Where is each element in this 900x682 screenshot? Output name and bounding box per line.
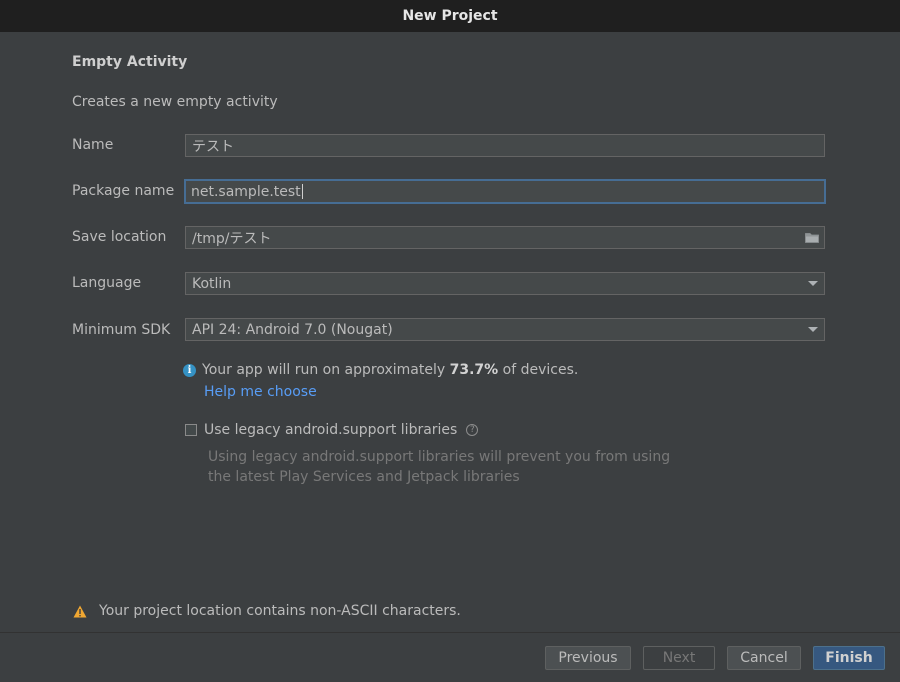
legacy-desc-line-1: Using legacy android.support libraries w… [208,449,671,465]
package-name-value: net.sample.test [191,183,301,200]
help-icon[interactable]: ? [466,424,479,436]
template-heading: Empty Activity [72,54,188,70]
next-button[interactable]: Next [643,646,715,670]
save-location-label: Save location [72,229,167,245]
window-title: New Project [402,8,498,24]
template-description: Creates a new empty activity [72,94,278,110]
name-label: Name [72,137,114,153]
warning-text: Your project location contains non-ASCII… [99,603,461,619]
chevron-down-icon [808,327,818,332]
info-prefix: Your app will run on approximately [202,362,450,378]
minimum-sdk-label: Minimum SDK [72,322,171,338]
info-icon: i [183,363,196,377]
device-coverage-info: i Your app will run on approximately 73.… [183,362,578,378]
legacy-desc-line-2: the latest Play Services and Jetpack lib… [208,469,520,485]
help-me-choose-link[interactable]: Help me choose [204,384,317,400]
warning-icon [73,605,87,617]
dialog-footer: Previous Next Cancel Finish [0,632,900,682]
minimum-sdk-dropdown[interactable]: API 24: Android 7.0 (Nougat) [185,318,825,341]
info-suffix: of devices. [498,362,579,378]
legacy-libraries-label: Use legacy android.support libraries [204,422,458,438]
language-label: Language [72,275,142,291]
language-value: Kotlin [192,275,232,292]
previous-button[interactable]: Previous [545,646,631,670]
name-value: テスト [192,138,234,155]
title-bar: New Project [0,0,900,32]
cancel-button[interactable]: Cancel [727,646,801,670]
package-name-field[interactable]: net.sample.test [184,179,826,204]
non-ascii-warning: Your project location contains non-ASCII… [73,603,461,619]
package-name-label: Package name [72,183,175,199]
minimum-sdk-value: API 24: Android 7.0 (Nougat) [192,321,393,338]
folder-icon[interactable] [805,232,819,243]
language-dropdown[interactable]: Kotlin [185,272,825,295]
legacy-libraries-checkbox[interactable] [185,424,197,436]
save-location-field[interactable]: /tmp/テスト [185,226,825,249]
coverage-percent: 73.7% [449,362,499,378]
legacy-libraries-description: Using legacy android.support libraries w… [208,447,670,487]
dialog-content: Empty Activity Creates a new empty activ… [0,32,900,632]
save-location-value: /tmp/テスト [192,230,272,247]
legacy-libraries-option[interactable]: Use legacy android.support libraries ? [185,422,479,438]
name-field[interactable]: テスト [185,134,825,157]
text-caret [301,184,303,199]
chevron-down-icon [808,281,818,286]
finish-button[interactable]: Finish [813,646,885,670]
